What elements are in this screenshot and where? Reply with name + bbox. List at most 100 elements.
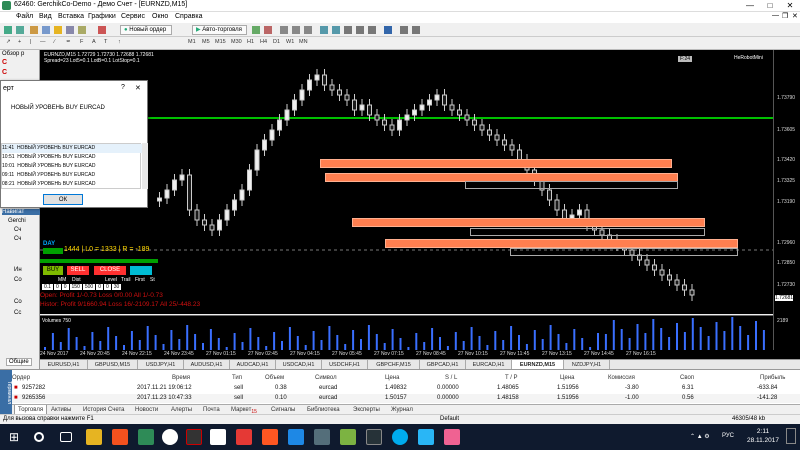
menu-view[interactable]: Вид bbox=[39, 13, 52, 20]
app-icon-k[interactable] bbox=[236, 429, 252, 445]
table-row[interactable]: ■ 9257282 2017.11.21 19:06:12 sell 0.38 … bbox=[12, 384, 800, 393]
lang-indicator[interactable]: РУС bbox=[722, 433, 734, 439]
skype-icon[interactable] bbox=[392, 429, 408, 445]
app-icon-red[interactable] bbox=[186, 429, 202, 445]
bar-chart-icon[interactable] bbox=[280, 26, 288, 34]
list-item[interactable]: 10:51 НОВЫЙ УРОВЕНЬ BUY EURCAD bbox=[2, 153, 142, 162]
navigator-tree-item[interactable]: Сч bbox=[14, 227, 21, 233]
app-icon-green[interactable] bbox=[340, 429, 356, 445]
auto-trading-button[interactable]: ▶ Авто-торговля bbox=[192, 25, 247, 35]
task-view-icon[interactable] bbox=[60, 432, 72, 442]
extra-field[interactable]: 30 bbox=[111, 284, 122, 290]
app-icon-pink[interactable] bbox=[444, 429, 460, 445]
menu-file[interactable]: Файл bbox=[16, 13, 33, 20]
sell-chart-icon[interactable] bbox=[264, 26, 272, 34]
periods-icon[interactable] bbox=[400, 26, 408, 34]
menu-charts[interactable]: Графики bbox=[88, 13, 116, 20]
clock-time[interactable]: 2:11 bbox=[748, 428, 778, 435]
col-volume[interactable]: Объем bbox=[265, 375, 284, 381]
navigator-tree-item[interactable]: Сс bbox=[14, 310, 21, 316]
fibonacci-icon[interactable]: F bbox=[80, 39, 83, 45]
tf-m15[interactable]: M15 bbox=[215, 39, 226, 45]
line-chart-icon[interactable] bbox=[304, 26, 312, 34]
maximize-button[interactable]: □ bbox=[760, 0, 780, 12]
edge-icon[interactable] bbox=[288, 429, 304, 445]
common-tab[interactable]: Общие bbox=[6, 358, 32, 366]
col-cur-price[interactable]: Цена bbox=[560, 375, 574, 381]
list-item[interactable]: 08:21 НОВЫЙ УРОВЕНЬ BUY EURCAD bbox=[2, 180, 142, 189]
close-button[interactable]: ✕ bbox=[780, 0, 800, 12]
vertical-line-icon[interactable]: | bbox=[30, 39, 31, 45]
channel-icon[interactable]: ≖ bbox=[66, 39, 71, 45]
alert-close-icon[interactable]: ✕ bbox=[135, 84, 141, 92]
profiles-icon[interactable] bbox=[16, 26, 24, 34]
app-icon-firefox[interactable] bbox=[112, 429, 128, 445]
lot-field[interactable]: 0.1 bbox=[42, 284, 53, 290]
tf-w1[interactable]: W1 bbox=[286, 39, 294, 45]
dist-field[interactable]: 0 bbox=[61, 284, 69, 290]
tf-d1[interactable]: D1 bbox=[273, 39, 280, 45]
new-order-button[interactable]: ● Новый ордер bbox=[120, 25, 172, 35]
col-tp[interactable]: T / P bbox=[505, 375, 518, 381]
col-sl[interactable]: S / L bbox=[445, 375, 457, 381]
col-order[interactable]: Ордер bbox=[12, 375, 30, 381]
col-type[interactable]: Тип bbox=[232, 375, 242, 381]
col-swap[interactable]: Своп bbox=[680, 375, 694, 381]
indicators-icon[interactable] bbox=[384, 26, 392, 34]
navigator-icon[interactable] bbox=[54, 26, 62, 34]
alert-ok-button[interactable]: ОК bbox=[43, 194, 83, 205]
chrome-icon[interactable] bbox=[162, 429, 178, 445]
menu-window[interactable]: Окно bbox=[152, 13, 168, 20]
menu-insert[interactable]: Вставка bbox=[58, 13, 84, 20]
menu-close-icon[interactable]: ✕ bbox=[792, 12, 798, 20]
level-field[interactable]: 150 bbox=[69, 284, 82, 290]
list-item[interactable]: 09:11 НОВЫЙ УРОВЕНЬ BUY EURCAD bbox=[2, 171, 142, 180]
first-field[interactable]: 0 bbox=[96, 284, 103, 290]
col-price[interactable]: Цена bbox=[385, 375, 399, 381]
price-chart[interactable]: EURNZD,M15 1.72729 1.72730 1.72688 1.726… bbox=[40, 50, 773, 314]
menu-restore-icon[interactable]: ❐ bbox=[782, 12, 788, 20]
crosshair-icon[interactable]: + bbox=[18, 39, 21, 45]
app-icon-orange[interactable] bbox=[262, 429, 278, 445]
tf-mn[interactable]: MN bbox=[299, 39, 308, 45]
navigator-tree-item[interactable]: Ин bbox=[14, 267, 22, 273]
navigator-account[interactable]: Gerchi bbox=[8, 218, 26, 224]
chart-shift-icon[interactable] bbox=[368, 26, 376, 34]
trendline-icon[interactable]: ∕ bbox=[54, 39, 55, 45]
terminal-icon[interactable] bbox=[66, 26, 74, 34]
col-commission[interactable]: Комиссия bbox=[608, 375, 635, 381]
list-item[interactable]: 10:01 НОВЫЙ УРОВЕНЬ BUY EURCAD bbox=[2, 162, 142, 171]
buy-chart-icon[interactable] bbox=[252, 26, 260, 34]
candles-icon[interactable] bbox=[292, 26, 300, 34]
navigator-tree-item[interactable]: Сч bbox=[14, 236, 21, 242]
tester-icon[interactable] bbox=[78, 26, 86, 34]
app-icon-q[interactable] bbox=[138, 429, 154, 445]
col-profit[interactable]: Прибыль bbox=[760, 375, 785, 381]
tf-m5[interactable]: M5 bbox=[202, 39, 210, 45]
navigator-tree-item[interactable]: Со bbox=[14, 277, 22, 283]
templates-icon[interactable] bbox=[412, 26, 420, 34]
minimize-button[interactable]: — bbox=[740, 0, 760, 12]
alert-scrollbar[interactable] bbox=[142, 143, 148, 189]
cursor-icon[interactable]: ↗ bbox=[6, 39, 11, 45]
telegram-icon[interactable] bbox=[418, 429, 434, 445]
alert-help-icon[interactable]: ? bbox=[121, 84, 125, 91]
app-icon-calc[interactable] bbox=[366, 429, 382, 445]
horizontal-line-icon[interactable]: — bbox=[40, 39, 46, 45]
st-field[interactable]: 0 bbox=[103, 284, 111, 290]
extra-button[interactable] bbox=[130, 266, 152, 275]
explorer-icon[interactable] bbox=[86, 429, 102, 445]
market-watch-icon[interactable] bbox=[30, 26, 38, 34]
arrow-icon[interactable]: ↑ bbox=[118, 39, 121, 45]
alert-list[interactable]: 11:41 НОВЫЙ УРОВЕНЬ BUY EURCAD 10:51 НОВ… bbox=[1, 143, 142, 189]
menu-help[interactable]: Справка bbox=[175, 13, 202, 20]
zoom-in-icon[interactable] bbox=[320, 26, 328, 34]
search-icon[interactable] bbox=[34, 432, 44, 442]
close-all-button[interactable]: CLOSE bbox=[94, 266, 126, 275]
navigator-tree-item[interactable]: Со bbox=[14, 299, 22, 305]
buy-button[interactable]: BUY bbox=[43, 266, 63, 275]
menu-tools[interactable]: Сервис bbox=[121, 13, 145, 20]
app-icon-white[interactable] bbox=[210, 429, 226, 445]
metaeditor-icon[interactable] bbox=[98, 26, 106, 34]
tf-m1[interactable]: M1 bbox=[188, 39, 196, 45]
